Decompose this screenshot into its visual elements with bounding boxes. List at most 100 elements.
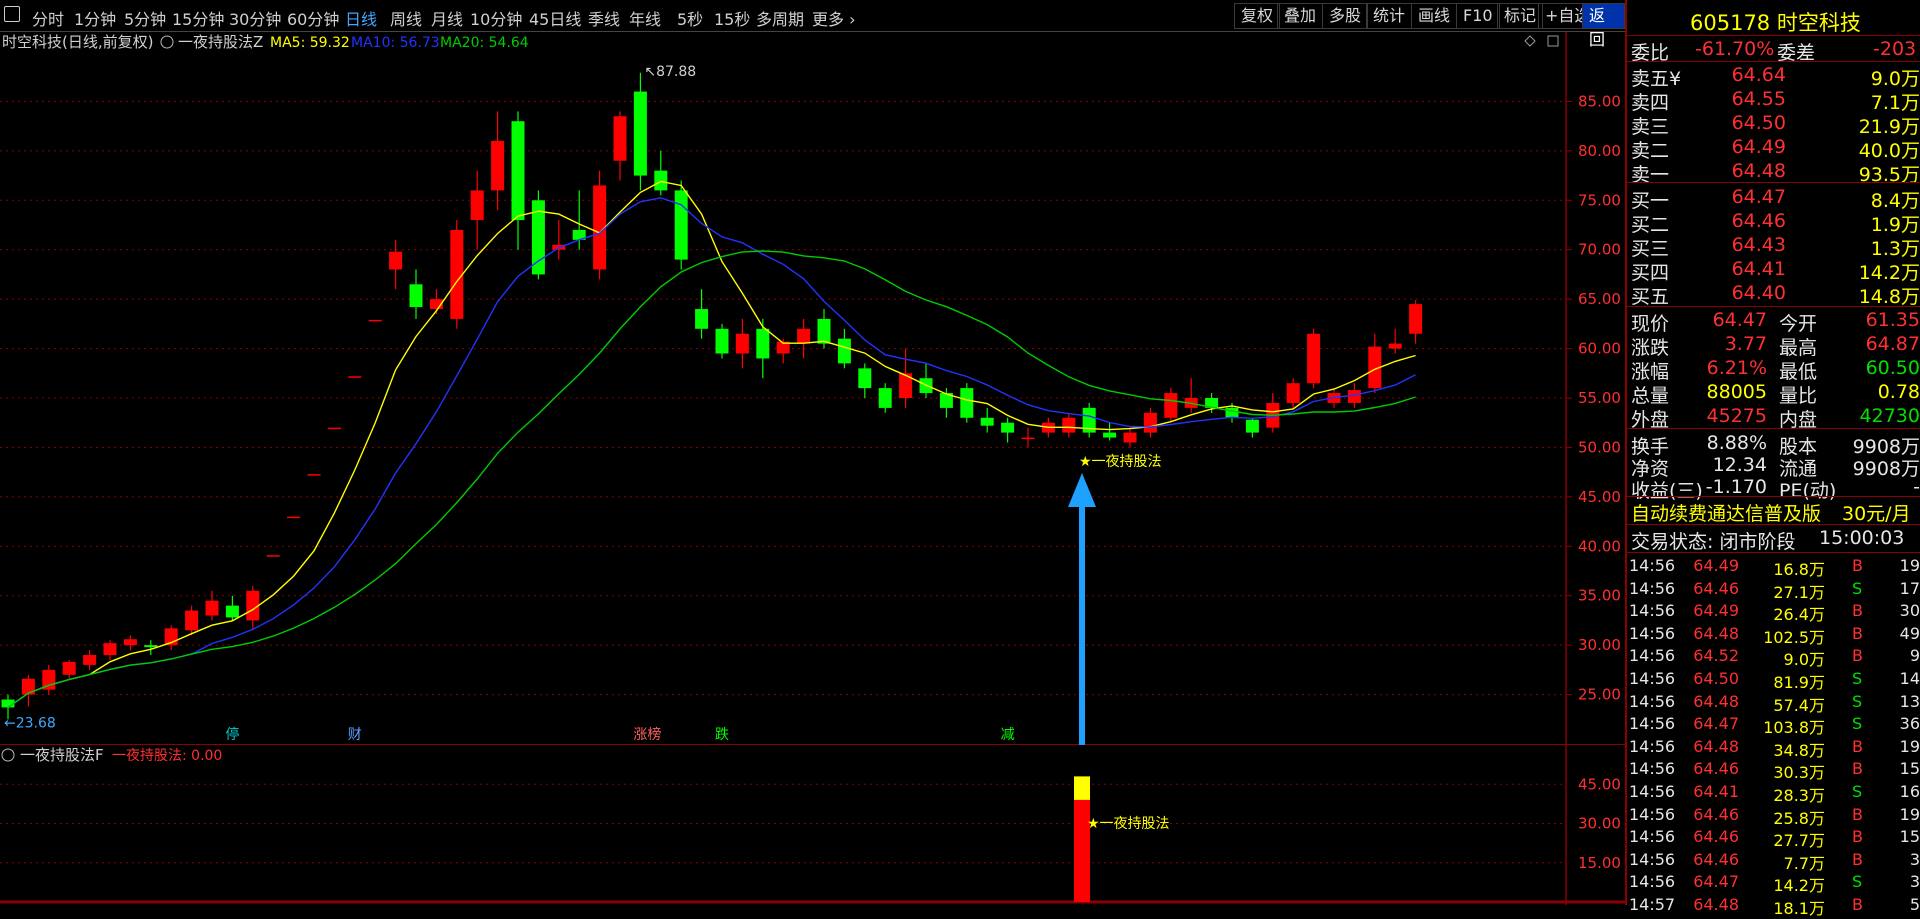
candle-body-11[interactable] bbox=[225, 605, 239, 618]
candle-body-14[interactable] bbox=[287, 516, 301, 519]
candle-body-37[interactable] bbox=[756, 328, 770, 359]
indicator-name[interactable]: 一夜持股法Z bbox=[178, 33, 263, 51]
toolbar-item-9[interactable]: 10分钟 bbox=[470, 6, 522, 30]
toolbar-right-1[interactable]: 叠加 bbox=[1277, 3, 1324, 29]
candle-body-30[interactable] bbox=[613, 116, 627, 161]
candle-body-5[interactable] bbox=[103, 643, 117, 656]
candle-body-47[interactable] bbox=[960, 388, 974, 418]
candle-body-40[interactable] bbox=[817, 318, 831, 344]
candle-body-35[interactable] bbox=[715, 328, 729, 354]
candle-body-31[interactable] bbox=[633, 91, 647, 176]
candle-body-4[interactable] bbox=[83, 655, 97, 665]
toolbar-item-15[interactable]: 多周期 bbox=[756, 6, 804, 30]
candle-body-16[interactable] bbox=[327, 427, 341, 430]
toolbar-right-2[interactable]: 多股 bbox=[1322, 3, 1369, 29]
toolbar-right-3[interactable]: 统计 bbox=[1366, 3, 1413, 29]
candle-body-6[interactable] bbox=[123, 639, 137, 646]
promo-banner[interactable]: 自动续费通达信普及版 bbox=[1631, 499, 1821, 526]
candle-body-17[interactable] bbox=[348, 376, 362, 378]
toolbar-right-4[interactable]: 画线 bbox=[1411, 3, 1458, 29]
tick-side-9: B bbox=[1852, 759, 1863, 779]
toolbar-item-3[interactable]: 15分钟 bbox=[172, 6, 224, 30]
candle-body-39[interactable] bbox=[797, 328, 811, 344]
candle-body-60[interactable] bbox=[1225, 407, 1239, 418]
toolbar-item-5[interactable]: 60分钟 bbox=[287, 6, 339, 30]
candle-body-56[interactable] bbox=[1143, 412, 1157, 433]
candle-body-10[interactable] bbox=[205, 600, 219, 616]
toolbar-item-6[interactable]: 日线 bbox=[345, 6, 377, 30]
candle-body-41[interactable] bbox=[837, 338, 851, 364]
candle-body-55[interactable] bbox=[1123, 432, 1137, 443]
candle-body-69[interactable] bbox=[1409, 304, 1423, 334]
promo-price[interactable]: 30元/月 bbox=[1842, 499, 1911, 526]
tick-side-10: S bbox=[1852, 782, 1863, 801]
sub-indicator-name[interactable]: 一夜持股法F bbox=[20, 746, 104, 764]
toolbar-item-11[interactable]: 季线 bbox=[588, 6, 620, 30]
bid-price-2: 64.43 bbox=[1731, 234, 1786, 256]
candle-body-48[interactable] bbox=[980, 417, 994, 426]
toolbar-item-10[interactable]: 45日线 bbox=[529, 6, 581, 30]
candle-body-24[interactable] bbox=[491, 140, 505, 191]
candle-body-36[interactable] bbox=[735, 333, 749, 354]
toolbar-item-4[interactable]: 30分钟 bbox=[229, 6, 281, 30]
candle-body-15[interactable] bbox=[307, 474, 321, 476]
toolbar-item-0[interactable]: 分时 bbox=[32, 6, 64, 30]
toolbar-item-12[interactable]: 年线 bbox=[629, 6, 661, 30]
chart-expand-icon[interactable] bbox=[1547, 35, 1559, 47]
candle-body-42[interactable] bbox=[858, 368, 872, 389]
candle-body-34[interactable] bbox=[695, 309, 709, 329]
stat-value-1: 3.77 bbox=[1724, 333, 1767, 355]
candle-body-52[interactable] bbox=[1062, 417, 1076, 433]
event-tag-0[interactable]: 停 bbox=[225, 726, 239, 743]
toolbar-item-2[interactable]: 5分钟 bbox=[124, 6, 166, 30]
chart-diamond-icon[interactable] bbox=[1524, 35, 1536, 47]
candle-body-64[interactable] bbox=[1307, 333, 1321, 384]
price-tick-label: 30.00 bbox=[1578, 636, 1621, 654]
kline-chart[interactable]: 85.00 80.00 75.00 70.00 65.00 60.00 55.00 50.00… bbox=[0, 32, 1625, 745]
sub-dropdown-icon[interactable] bbox=[1, 748, 15, 762]
indicator-dropdown-icon[interactable] bbox=[160, 35, 174, 49]
toolbar-item-1[interactable]: 1分钟 bbox=[74, 6, 116, 30]
candle-body-19[interactable] bbox=[389, 251, 403, 270]
indicator-subchart[interactable]: 45.00 30.00 15.00 一夜持股法F 一夜持股法: 0.00 ★一夜持股法 bbox=[0, 745, 1625, 905]
toolbar-right-0[interactable]: 复权 bbox=[1234, 3, 1281, 29]
toolbar-right-5[interactable]: F10 bbox=[1456, 3, 1500, 29]
candle-body-13[interactable] bbox=[266, 555, 280, 557]
candle-body-33[interactable] bbox=[674, 190, 688, 260]
candle-body-54[interactable] bbox=[1103, 432, 1117, 438]
candle-body-50[interactable] bbox=[1021, 437, 1035, 440]
ask-label-2: 卖三 bbox=[1631, 116, 1670, 138]
candle-body-18[interactable] bbox=[368, 319, 382, 322]
candle-body-7[interactable] bbox=[144, 645, 158, 648]
bid-label-0: 买一 bbox=[1631, 190, 1670, 212]
return-button[interactable]: 返回 bbox=[1582, 3, 1625, 49]
event-tag-1[interactable]: 财 bbox=[348, 727, 362, 743]
candle-body-49[interactable] bbox=[1001, 422, 1015, 433]
candle-body-25[interactable] bbox=[511, 121, 525, 221]
candle-body-20[interactable] bbox=[409, 284, 423, 308]
candle-body-9[interactable] bbox=[185, 610, 199, 631]
event-tag-2[interactable]: 涨榜 bbox=[633, 726, 661, 743]
event-tag-4[interactable]: 减 bbox=[1001, 727, 1015, 743]
toolbar-item-7[interactable]: 周线 bbox=[390, 6, 422, 30]
toolbar-right-6[interactable]: 标记 bbox=[1497, 3, 1544, 29]
candle-body-1[interactable] bbox=[21, 678, 35, 695]
candle-body-32[interactable] bbox=[654, 170, 668, 191]
candle-body-3[interactable] bbox=[62, 661, 76, 675]
toolbar-menu-icon[interactable] bbox=[4, 6, 20, 22]
toolbar-item-13[interactable]: 5秒 bbox=[677, 6, 703, 30]
tick-time-2: 14:56 bbox=[1629, 601, 1676, 621]
toolbar-item-16[interactable]: 更多 › bbox=[812, 6, 856, 30]
candle-body-66[interactable] bbox=[1347, 390, 1361, 403]
candle-body-43[interactable] bbox=[878, 388, 892, 408]
candle-body-63[interactable] bbox=[1286, 383, 1300, 403]
candle-body-22[interactable] bbox=[450, 229, 464, 319]
tick-price-3: 64.48 bbox=[1693, 623, 1739, 643]
toolbar-item-14[interactable]: 15秒 bbox=[714, 6, 750, 30]
toolbar-item-8[interactable]: 月线 bbox=[431, 6, 463, 30]
candle-body-61[interactable] bbox=[1245, 419, 1259, 433]
candle-body-68[interactable] bbox=[1388, 343, 1402, 349]
candle-body-57[interactable] bbox=[1164, 393, 1178, 418]
candle-body-23[interactable] bbox=[470, 190, 484, 221]
event-tag-3[interactable]: 跌 bbox=[715, 727, 729, 743]
